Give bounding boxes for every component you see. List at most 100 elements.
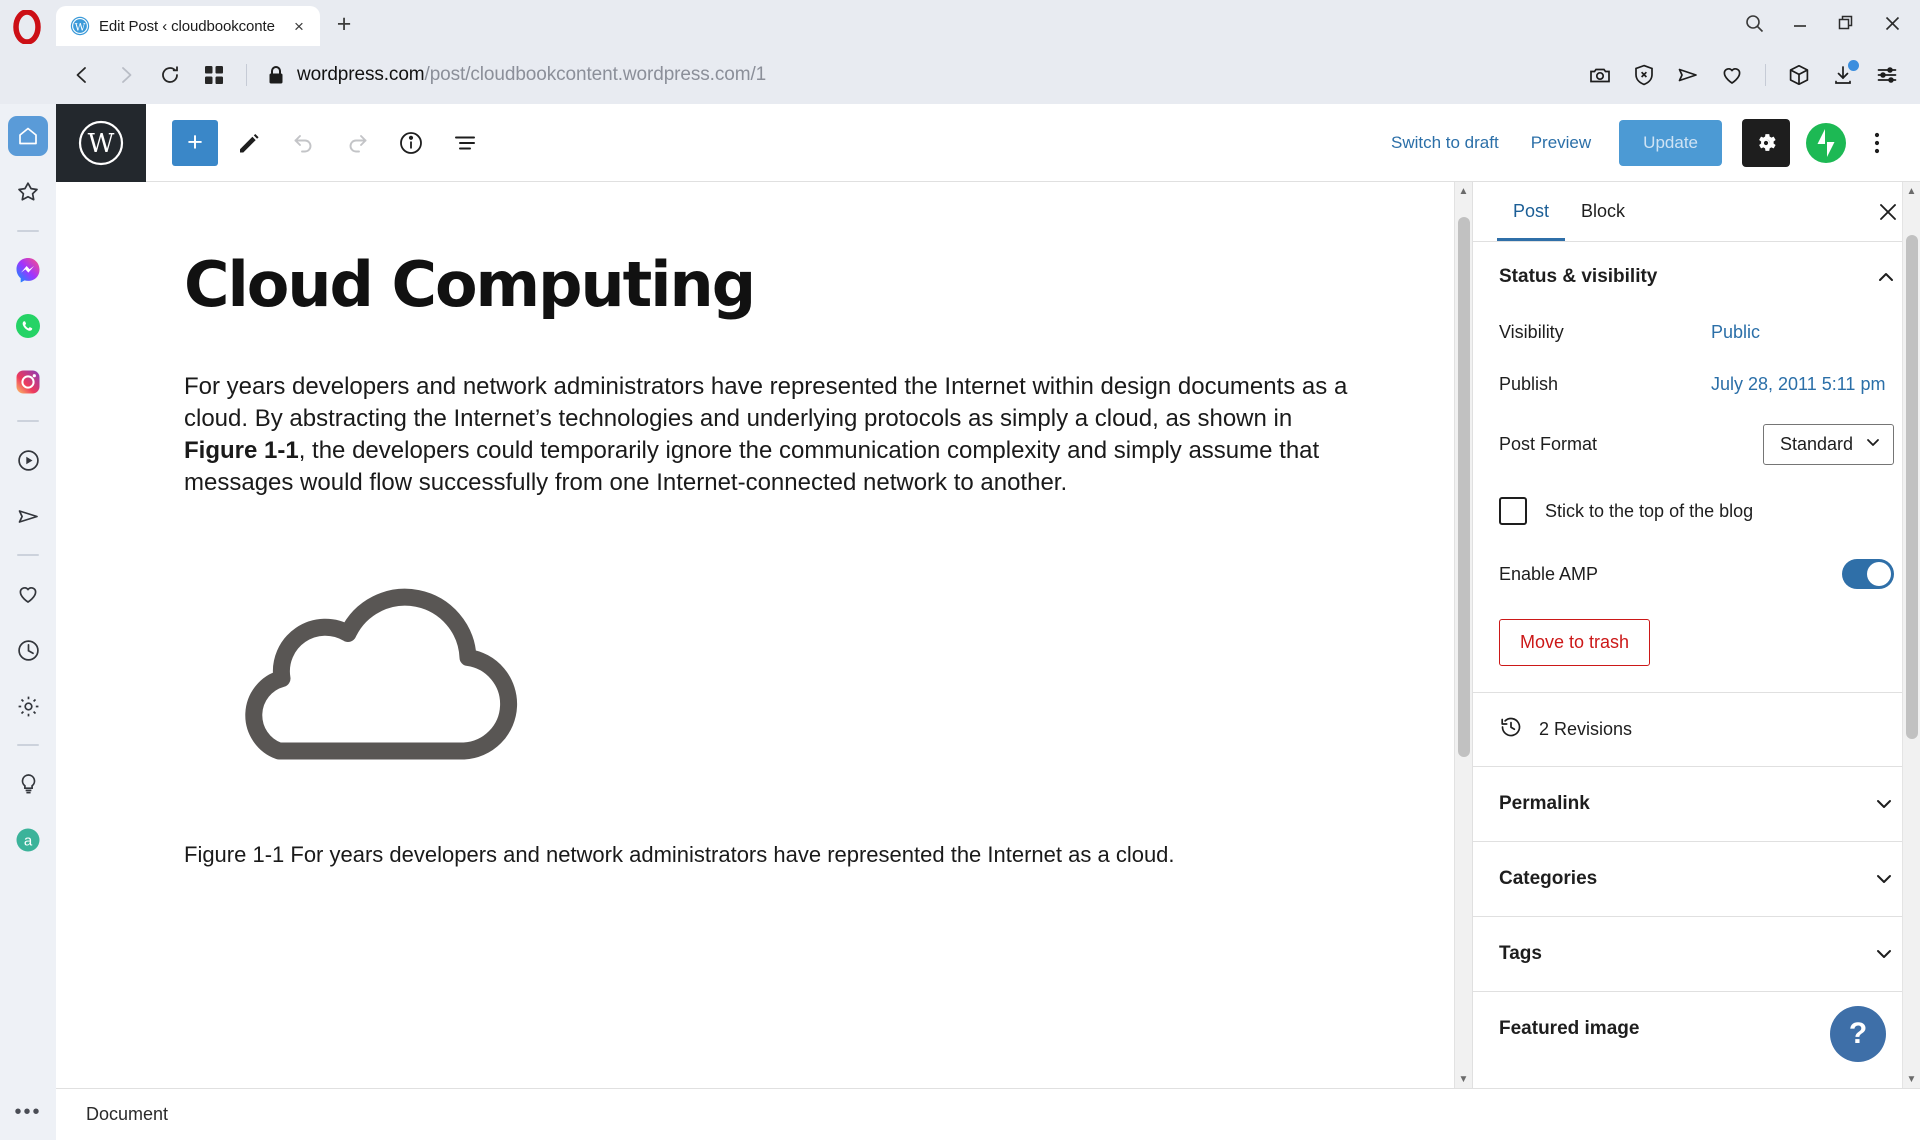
search-icon[interactable]	[1732, 6, 1776, 40]
post-format-select[interactable]: Standard	[1762, 424, 1894, 465]
sidebar-item-aria[interactable]: a	[8, 820, 48, 860]
sidebar-item-whatsapp[interactable]	[8, 306, 48, 346]
redo-icon[interactable]	[334, 120, 380, 166]
url-text: wordpress.com/post/cloudbookcontent.word…	[297, 64, 766, 86]
move-to-trash-button[interactable]: Move to trash	[1499, 619, 1651, 666]
tab-strip: W Edit Post ‹ cloudbookconte × +	[0, 0, 1920, 46]
visibility-row: Visibility Public	[1473, 306, 1920, 358]
browser-action-icons	[1581, 56, 1906, 94]
editor-header: W + Switch to draft Preview Update	[56, 103, 1920, 182]
more-options-icon[interactable]	[1856, 122, 1898, 164]
sticky-post-row[interactable]: Stick to the top of the blog	[1473, 479, 1920, 543]
post-format-row: Post Format Standard	[1473, 410, 1920, 479]
update-button[interactable]: Update	[1619, 119, 1722, 166]
forward-arrow-icon[interactable]	[106, 55, 146, 95]
restore-icon[interactable]	[1824, 6, 1868, 40]
help-button[interactable]: ?	[1830, 1006, 1886, 1062]
downloads-badge-dot	[1848, 60, 1859, 71]
add-block-button[interactable]: +	[172, 119, 218, 166]
settings-scroll-thumb[interactable]	[1905, 234, 1918, 740]
cloud-outline-icon	[245, 588, 518, 760]
editor-body: Cloud Computing For years developers and…	[56, 182, 1920, 1088]
chevron-down-icon[interactable]	[1874, 869, 1894, 889]
minimize-icon[interactable]	[1778, 6, 1822, 40]
info-icon[interactable]	[388, 120, 434, 166]
switch-to-draft-button[interactable]: Switch to draft	[1377, 123, 1513, 163]
post-editor-canvas[interactable]: Cloud Computing For years developers and…	[56, 182, 1472, 1088]
publish-label: Publish	[1499, 373, 1559, 394]
easy-setup-sliders-icon[interactable]	[1868, 56, 1906, 94]
panel-categories[interactable]: Categories	[1473, 842, 1920, 916]
editor-scroll-thumb[interactable]	[1457, 217, 1470, 757]
snapshot-camera-icon[interactable]	[1581, 56, 1619, 94]
chevron-up-icon[interactable]	[1876, 267, 1896, 287]
panel-permalink[interactable]: Permalink	[1473, 767, 1920, 841]
sidebar-item-telegram[interactable]	[8, 496, 48, 536]
sidebar-item-player[interactable]	[8, 440, 48, 480]
tab-grid-icon[interactable]	[194, 55, 234, 95]
wordpress-page: W + Switch to draft Preview Update Cloud…	[56, 103, 1920, 1140]
panel-tags[interactable]: Tags	[1473, 917, 1920, 991]
breadcrumb[interactable]: Document	[86, 1104, 168, 1125]
sidebar-item-pinboard[interactable]	[8, 574, 48, 614]
chevron-down-icon[interactable]	[1874, 944, 1894, 964]
featured-image-label: Featured image	[1499, 1018, 1640, 1039]
status-visibility-header[interactable]: Status & visibility	[1473, 242, 1920, 306]
status-visibility-title: Status & visibility	[1499, 266, 1658, 287]
settings-scrollbar[interactable]: ▲ ▼	[1902, 182, 1920, 1088]
edit-pencil-icon[interactable]	[226, 120, 272, 166]
settings-scroll-track[interactable]	[1903, 200, 1920, 1070]
sidebar-item-home[interactable]	[8, 116, 48, 156]
heart-icon[interactable]	[1713, 56, 1751, 94]
sidebar-item-messenger[interactable]	[8, 250, 48, 290]
settings-gear-icon[interactable]	[1742, 118, 1790, 167]
scroll-up-arrow-icon[interactable]: ▲	[1455, 182, 1473, 200]
browser-tab[interactable]: W Edit Post ‹ cloudbookconte ×	[56, 6, 320, 46]
scroll-down-arrow-icon[interactable]: ▼	[1903, 1070, 1920, 1088]
scroll-down-arrow-icon[interactable]: ▼	[1455, 1070, 1473, 1088]
sidebar-item-settings[interactable]	[8, 686, 48, 726]
sidebar-item-instagram[interactable]	[8, 362, 48, 402]
sidebar-item-history[interactable]	[8, 630, 48, 670]
back-arrow-icon[interactable]	[62, 55, 102, 95]
post-title[interactable]: Cloud Computing	[184, 252, 1352, 317]
browser-chrome: W Edit Post ‹ cloudbookconte × + wordpre…	[0, 0, 1920, 104]
wordpress-logo-icon[interactable]: W	[56, 103, 146, 182]
enable-amp-label: Enable AMP	[1499, 563, 1599, 584]
address-bar[interactable]: wordpress.com/post/cloudbookcontent.word…	[259, 55, 1577, 95]
navigation-bar: wordpress.com/post/cloudbookcontent.word…	[0, 46, 1920, 104]
tab-close-icon[interactable]: ×	[288, 15, 310, 37]
sticky-post-checkbox[interactable]	[1499, 497, 1527, 525]
editor-scroll-track[interactable]	[1455, 200, 1473, 1070]
scroll-up-arrow-icon[interactable]: ▲	[1903, 182, 1920, 200]
undo-icon[interactable]	[280, 120, 326, 166]
revisions-row[interactable]: 2 Revisions	[1473, 693, 1920, 766]
enable-amp-toggle[interactable]	[1842, 559, 1894, 589]
editor-scrollbar[interactable]: ▲ ▼	[1454, 182, 1472, 1088]
close-icon[interactable]	[1870, 6, 1914, 40]
sidebar-divider	[17, 420, 39, 422]
sidebar-more-button[interactable]: •••	[14, 1101, 41, 1124]
list-view-icon[interactable]	[442, 120, 488, 166]
publish-date-button[interactable]: July 28, 2011 5:11 pm	[1711, 374, 1885, 395]
new-tab-button[interactable]: +	[324, 4, 364, 44]
ad-blocker-shield-icon[interactable]	[1625, 56, 1663, 94]
visibility-value-button[interactable]: Public	[1711, 322, 1760, 343]
post-paragraph[interactable]: For years developers and network adminis…	[184, 371, 1352, 499]
tab-post[interactable]: Post	[1497, 183, 1566, 241]
reload-icon[interactable]	[150, 55, 190, 95]
sidebar-item-tips[interactable]	[8, 764, 48, 804]
jetpack-icon[interactable]	[1806, 122, 1846, 163]
workspaces-cube-icon[interactable]	[1780, 56, 1818, 94]
downloads-icon[interactable]	[1824, 56, 1862, 94]
sidebar-item-favorites[interactable]	[8, 172, 48, 212]
chevron-down-icon[interactable]	[1874, 794, 1894, 814]
figure-caption[interactable]: Figure 1-1 For years developers and netw…	[184, 842, 1352, 868]
enable-amp-row: Enable AMP	[1473, 543, 1920, 605]
tab-block[interactable]: Block	[1565, 183, 1641, 241]
browser-viewport: a ••• W + Switch to draft Preview Update…	[0, 103, 1920, 1140]
send-arrow-icon[interactable]	[1669, 56, 1707, 94]
figure-block[interactable]	[184, 551, 1352, 786]
svg-text:W: W	[75, 21, 86, 33]
preview-button[interactable]: Preview	[1517, 123, 1605, 163]
